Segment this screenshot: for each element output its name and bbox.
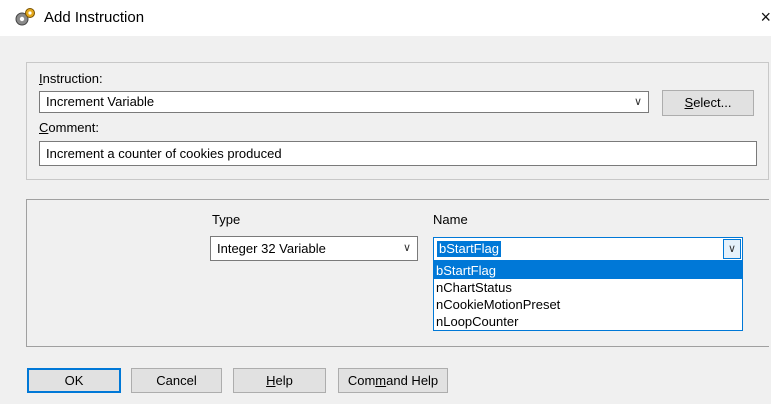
name-combobox[interactable]: bStartFlag ∨ (433, 237, 743, 261)
type-value: Integer 32 Variable (217, 241, 326, 256)
command-help-button[interactable]: Command Help (338, 368, 448, 393)
dropdown-option[interactable]: nChartStatus (434, 279, 742, 296)
dropdown-option[interactable]: nLoopCounter (434, 313, 742, 330)
chevron-down-icon[interactable]: ∨ (723, 239, 741, 259)
instruction-combobox[interactable]: Increment Variable ∨ (39, 91, 649, 113)
ok-button[interactable]: OK (27, 368, 121, 393)
type-header: Type (212, 212, 241, 227)
select-button[interactable]: Select... (662, 90, 754, 116)
type-combobox[interactable]: Integer 32 Variable ∨ (210, 236, 418, 261)
window-title: Add Instruction (44, 9, 145, 26)
name-header: Name (433, 212, 468, 227)
name-value: bStartFlag (437, 241, 501, 257)
dropdown-option[interactable]: nCookieMotionPreset (434, 296, 742, 313)
chevron-down-icon[interactable]: ∨ (397, 238, 417, 258)
comment-label: Comment: (39, 120, 99, 135)
name-dropdown-list[interactable]: bStartFlag nChartStatus nCookieMotionPre… (433, 261, 743, 331)
instruction-value: Increment Variable (46, 94, 155, 109)
dropdown-option[interactable]: bStartFlag (434, 262, 742, 279)
comment-input[interactable]: Increment a counter of cookies produced (39, 141, 757, 166)
gear-icon (15, 8, 35, 26)
instruction-label: Instruction: (39, 71, 103, 86)
help-button[interactable]: Help (233, 368, 326, 393)
cancel-button[interactable]: Cancel (131, 368, 222, 393)
close-button[interactable]: × (750, 6, 771, 30)
chevron-down-icon[interactable]: ∨ (628, 92, 648, 112)
